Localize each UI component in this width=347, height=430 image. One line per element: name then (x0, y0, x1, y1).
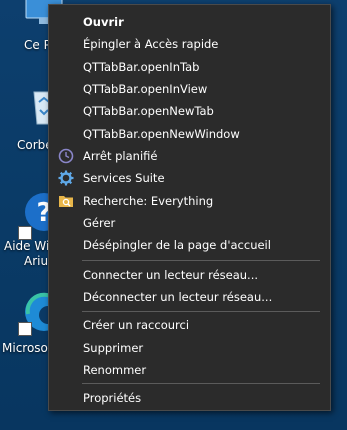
menu-item-label: Déconnecter un lecteur réseau... (83, 290, 273, 304)
menu-item-create-shortcut[interactable]: Créer un raccourci (49, 314, 330, 336)
menu-item-qttabbar-open-in-view[interactable]: QTTabBar.openInView (49, 78, 330, 100)
menu-item-rename[interactable]: Renommer (49, 359, 330, 381)
menu-item-label: Gérer (83, 216, 116, 230)
clock-icon (58, 148, 74, 164)
search-folder-icon (58, 193, 74, 209)
menu-item-label: QTTabBar.openNewWindow (83, 127, 240, 141)
context-menu: Ouvrir Épingler à Accès rapide QTTabBar.… (48, 4, 331, 411)
menu-item-label: QTTabBar.openInTab (83, 60, 200, 74)
menu-item-qttabbar-open-new-window[interactable]: QTTabBar.openNewWindow (49, 123, 330, 145)
menu-item-label: Propriétés (83, 391, 142, 405)
menu-item-label: Supprimer (83, 341, 144, 355)
menu-item-qttabbar-open-in-tab[interactable]: QTTabBar.openInTab (49, 56, 330, 78)
gear-icon (58, 170, 74, 186)
menu-item-label: QTTabBar.openNewTab (83, 104, 214, 118)
menu-item-open[interactable]: Ouvrir (49, 11, 330, 33)
menu-item-pin-quick-access[interactable]: Épingler à Accès rapide (49, 33, 330, 55)
menu-item-manage[interactable]: Gérer (49, 212, 330, 234)
menu-item-scheduled-shutdown[interactable]: Arrêt planifié (49, 145, 330, 167)
menu-item-label: QTTabBar.openInView (83, 82, 208, 96)
menu-item-label: Ouvrir (83, 15, 124, 29)
menu-item-delete[interactable]: Supprimer (49, 337, 330, 359)
menu-item-label: Services Suite (83, 171, 165, 185)
menu-item-label: Arrêt planifié (83, 149, 158, 163)
menu-item-services-suite[interactable]: Services Suite (49, 167, 330, 189)
menu-separator (82, 383, 320, 384)
menu-item-label: Connecter un lecteur réseau... (83, 268, 259, 282)
menu-item-disconnect-network-drive[interactable]: Déconnecter un lecteur réseau... (49, 286, 330, 308)
menu-item-label: Créer un raccourci (83, 318, 190, 332)
menu-separator (82, 260, 320, 261)
menu-item-label: Désépingler de la page d'accueil (83, 238, 271, 252)
menu-item-map-network-drive[interactable]: Connecter un lecteur réseau... (49, 264, 330, 286)
menu-item-label: Recherche: Everything (83, 194, 214, 208)
menu-item-qttabbar-open-new-tab[interactable]: QTTabBar.openNewTab (49, 100, 330, 122)
menu-item-label: Épingler à Accès rapide (83, 37, 219, 51)
menu-item-label: Renommer (83, 363, 147, 377)
menu-separator (82, 311, 320, 312)
shortcut-arrow-icon (18, 322, 32, 336)
menu-item-properties[interactable]: Propriétés (49, 387, 330, 409)
menu-item-unpin-home[interactable]: Désépingler de la page d'accueil (49, 234, 330, 256)
menu-item-search-everything[interactable]: Recherche: Everything (49, 190, 330, 212)
